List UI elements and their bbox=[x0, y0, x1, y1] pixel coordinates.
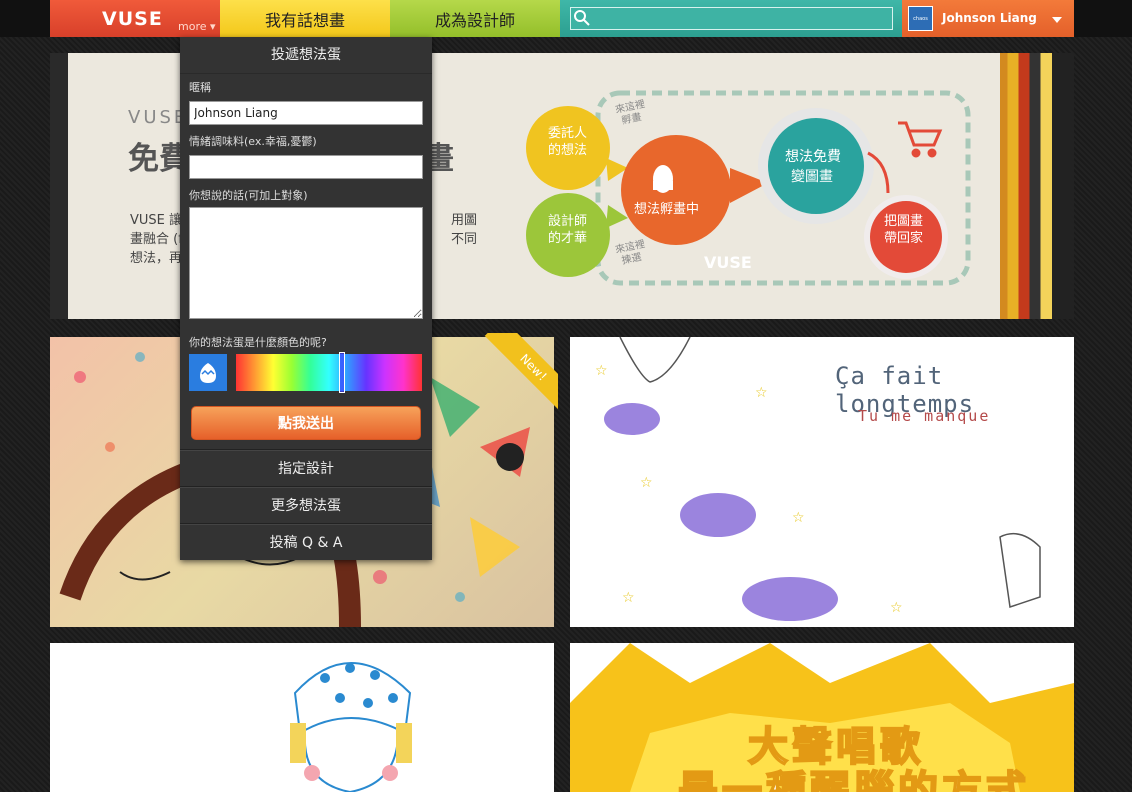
more-eggs-link[interactable]: 更多想法蛋 bbox=[180, 486, 432, 523]
banner-stripes bbox=[1000, 53, 1074, 319]
cart-icon bbox=[898, 121, 943, 158]
artwork-tile[interactable]: 大聲唱歌 是一種醒腦的方式 bbox=[570, 643, 1074, 792]
star-icon: ☆ bbox=[622, 590, 635, 606]
artwork-caption-sub: Tu me manque bbox=[858, 407, 991, 425]
note-hatch: 來這裡 孵畫 bbox=[614, 96, 652, 127]
star-icon: ☆ bbox=[595, 363, 608, 379]
bubble-designer-line2: 的才華 bbox=[548, 230, 587, 246]
assign-design-link[interactable]: 指定設計 bbox=[180, 449, 432, 486]
dropdown-title: 投遞想法蛋 bbox=[180, 37, 432, 74]
search-bar bbox=[560, 0, 902, 37]
logo[interactable]: VUSE bbox=[102, 8, 163, 30]
new-badge: New！ bbox=[468, 333, 558, 423]
new-badge-label: New！ bbox=[484, 333, 558, 421]
idea-egg-dropdown: 投遞想法蛋 暱稱 情緒調味料(ex.幸福,憂鬱) 你想說的話(可加上對象) 你的… bbox=[180, 37, 432, 560]
user-menu[interactable]: chaos Johnson Liang bbox=[902, 0, 1074, 37]
artwork-tile[interactable]: ☆ ☆ ☆ ☆ ☆ ☆ Ça fait longtemps Tu me manq… bbox=[570, 336, 1074, 627]
bubble-hatch-label: 想法孵畫中 bbox=[634, 201, 699, 217]
sing-line: 是一種醒腦的方式 bbox=[677, 768, 1030, 792]
tab-designer[interactable]: 成為設計師 bbox=[390, 0, 560, 37]
bubble-client-line1: 委託人 bbox=[548, 125, 587, 141]
sing-line: 大聲唱歌 bbox=[747, 724, 924, 770]
note-hatch-line1: 來這裡 bbox=[614, 97, 646, 116]
bubble-home-line2: 帶回家 bbox=[884, 230, 923, 246]
star-icon: ☆ bbox=[755, 385, 768, 401]
message-field[interactable] bbox=[189, 207, 423, 319]
nickname-field[interactable] bbox=[189, 101, 423, 125]
banner-watermark: VUSE bbox=[704, 253, 752, 272]
tab-idea[interactable]: 我有話想畫 bbox=[220, 0, 390, 37]
message-label: 你想說的話(可加上對象) bbox=[189, 189, 308, 202]
bubble-client-line2: 的想法 bbox=[548, 142, 587, 158]
star-icon: ☆ bbox=[640, 475, 653, 491]
mood-field[interactable] bbox=[189, 155, 423, 179]
artwork-tile[interactable] bbox=[50, 643, 554, 792]
artwork-image bbox=[290, 662, 412, 792]
nickname-label: 暱稱 bbox=[189, 81, 211, 94]
mood-label: 情緒調味料(ex.幸福,憂鬱) bbox=[189, 135, 317, 148]
bubble-free-line1: 想法免費 bbox=[785, 149, 841, 165]
bubble-free-line2: 變圖畫 bbox=[791, 169, 833, 185]
note-pick-line1: 來這裡 bbox=[614, 237, 646, 256]
logo-tab[interactable]: VUSE more ▾ bbox=[50, 0, 220, 37]
note-pick: 來這裡 揀選 bbox=[614, 236, 652, 267]
egg-icon bbox=[200, 362, 216, 383]
color-spectrum-slider[interactable] bbox=[236, 352, 422, 393]
chevron-down-icon[interactable] bbox=[1052, 17, 1062, 23]
bubble-home-line1: 把圖畫 bbox=[884, 214, 923, 229]
bubble-free bbox=[768, 118, 864, 214]
artwork-caption: 大聲唱歌 是一種醒腦的方式 bbox=[677, 724, 1030, 792]
bubble-hatch bbox=[621, 135, 731, 245]
star-icon: ☆ bbox=[890, 600, 903, 616]
more-menu-button[interactable]: more ▾ bbox=[178, 20, 216, 33]
color-slider-handle[interactable] bbox=[339, 352, 346, 393]
bubble-designer-line1: 設計師 bbox=[548, 213, 587, 229]
color-label: 你的想法蛋是什麼顏色的呢? bbox=[189, 336, 327, 349]
user-name: Johnson Liang bbox=[942, 11, 1037, 25]
avatar: chaos bbox=[908, 6, 933, 31]
submission-qa-link[interactable]: 投稿 Q & A bbox=[180, 523, 432, 560]
star-icon: ☆ bbox=[792, 510, 805, 526]
search-input[interactable] bbox=[570, 7, 893, 30]
submit-button[interactable]: 點我送出 bbox=[191, 406, 421, 440]
search-icon[interactable] bbox=[573, 9, 591, 27]
egg-color-swatch bbox=[189, 354, 227, 391]
